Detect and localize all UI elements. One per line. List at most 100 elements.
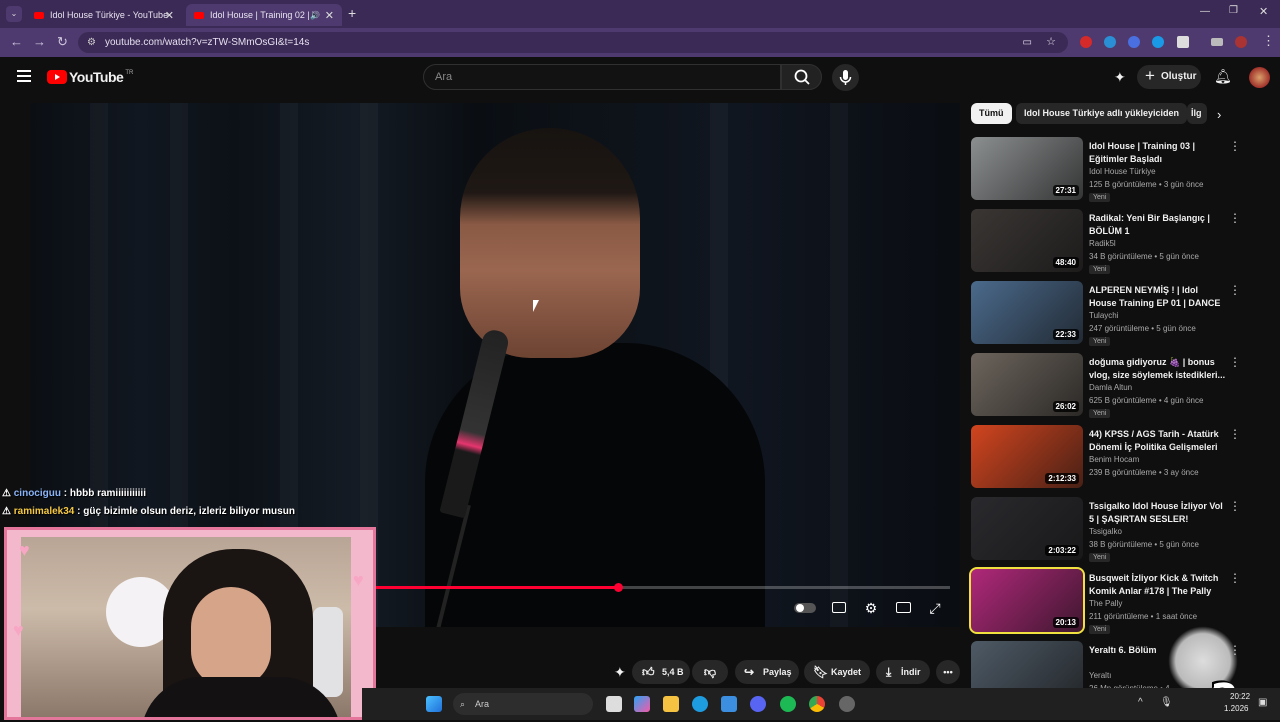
more-vert-icon[interactable]: ⋮: [1229, 571, 1241, 585]
share-button[interactable]: ↪ Paylaş: [735, 660, 799, 684]
video-thumbnail[interactable]: 2:12:33: [971, 425, 1083, 488]
channel-name[interactable]: Tssigalko: [1089, 527, 1122, 536]
chip-uploader[interactable]: Idol House Türkiye adlı yükleyiciden: [1016, 103, 1188, 124]
video-title[interactable]: Busqweit İzliyor Kick & Twitch Komik Anl…: [1089, 572, 1227, 598]
close-tab-icon[interactable]: ✕: [165, 9, 174, 22]
notifications-bell-icon[interactable]: 🔔︎: [1214, 68, 1232, 85]
autoplay-toggle-icon[interactable]: [794, 600, 816, 616]
reading-list-icon[interactable]: [1211, 38, 1223, 46]
spotify-icon[interactable]: [780, 696, 796, 712]
forward-icon[interactable]: →: [33, 34, 46, 49]
clock-time[interactable]: 20:22: [1230, 692, 1250, 701]
create-button[interactable]: Oluştur: [1137, 64, 1201, 89]
restore-icon[interactable]: ❐: [1229, 5, 1238, 16]
browser-menu-icon[interactable]: ⋮: [1262, 33, 1275, 49]
dislike-button[interactable]: 👎︎: [692, 660, 728, 684]
download-button[interactable]: ⤓ İndir: [876, 660, 930, 684]
video-title[interactable]: Idol House | Training 03 | Eğitimler Baş…: [1089, 140, 1227, 166]
channel-name[interactable]: Tulaychi: [1089, 311, 1119, 320]
more-vert-icon[interactable]: ⋮: [1229, 211, 1241, 225]
browser-tab[interactable]: Idol House Türkiye - YouTube ✕: [26, 4, 182, 26]
extension-icon[interactable]: [1152, 36, 1164, 48]
gemini-sparkle-icon[interactable]: ✦: [1114, 69, 1126, 86]
site-info-icon[interactable]: ⚙: [87, 32, 96, 53]
chip-all[interactable]: Tümü: [971, 103, 1012, 124]
miniplayer-icon[interactable]: [894, 600, 912, 616]
browser-tab-active[interactable]: Idol House | Training 02 | Ve 🔊 ✕: [186, 4, 342, 26]
microsoft-store-icon[interactable]: [721, 696, 737, 712]
channel-name[interactable]: Radik5l: [1089, 239, 1116, 248]
recommended-video[interactable]: 22:33 ALPEREN NEYMİŞ ! | Idol House Train…: [971, 281, 1241, 347]
file-explorer-icon[interactable]: [663, 696, 679, 712]
address-field[interactable]: ⚙ youtube.com/watch?v=zTW-SMmOsGI&t=14s …: [78, 32, 1068, 53]
recommended-video[interactable]: 26:02 doğuma gidiyoruz 🍇 | bonus vlog, si…: [971, 353, 1241, 419]
video-title[interactable]: Tssigalko Idol House İzliyor Vol 5 | ŞAŞ…: [1089, 500, 1227, 526]
discord-icon[interactable]: [750, 696, 766, 712]
recommended-video[interactable]: 27:31 Idol House | Training 03 | Eğitimle…: [971, 137, 1241, 203]
more-vert-icon[interactable]: ⋮: [1229, 355, 1241, 369]
video-title[interactable]: doğuma gidiyoruz 🍇 | bonus vlog, size sö…: [1089, 356, 1227, 382]
video-thumbnail[interactable]: 22:33: [971, 281, 1083, 344]
chrome-icon[interactable]: [809, 696, 825, 712]
search-button[interactable]: [781, 64, 822, 90]
search-input[interactable]: Ara: [423, 64, 781, 90]
save-button[interactable]: 🔖︎ Kaydet: [804, 660, 870, 684]
youtube-logo[interactable]: YouTube TR: [47, 69, 133, 85]
more-vert-icon[interactable]: ⋮: [1229, 427, 1241, 441]
video-title[interactable]: Radikal: Yeni Bir Başlangıç | BÖLÜM 1: [1089, 212, 1227, 238]
video-thumbnail[interactable]: 20:13: [969, 567, 1085, 634]
microphone-tray-icon[interactable]: 🎙︎: [1160, 697, 1173, 708]
tab-list-menu-icon[interactable]: ⌄: [6, 6, 22, 22]
channel-name[interactable]: Benim Hocam: [1089, 455, 1139, 464]
taskbar-search[interactable]: ⌕ Ara: [453, 693, 593, 715]
voice-search-button[interactable]: [832, 64, 859, 91]
new-tab-button[interactable]: +: [348, 5, 356, 21]
channel-name[interactable]: Idol House Türkiye: [1089, 167, 1156, 176]
close-window-icon[interactable]: ✕: [1259, 5, 1268, 18]
video-thumbnail[interactable]: 26:02: [971, 353, 1083, 416]
chip-related[interactable]: İlg: [1187, 103, 1207, 124]
more-vert-icon[interactable]: ⋮: [1229, 139, 1241, 153]
fullscreen-icon[interactable]: ⤢: [926, 600, 944, 616]
app-icon[interactable]: [839, 696, 855, 712]
clock-date[interactable]: 1.2026: [1224, 704, 1248, 713]
speaker-icon[interactable]: 🔊: [310, 11, 320, 20]
cast-icon[interactable]: ▭: [1023, 32, 1032, 53]
task-view-icon[interactable]: [606, 696, 622, 712]
video-thumbnail[interactable]: 2:03:22: [971, 497, 1083, 560]
bookmark-star-icon[interactable]: ☆: [1046, 32, 1056, 53]
more-vert-icon[interactable]: ⋮: [1229, 283, 1241, 297]
chevron-right-icon[interactable]: ›: [1217, 107, 1221, 122]
more-vert-icon[interactable]: ⋮: [1229, 499, 1241, 513]
profile-avatar[interactable]: [1235, 36, 1247, 48]
extension-icon[interactable]: [1080, 36, 1092, 48]
sparkle-ask-icon[interactable]: ✦: [614, 664, 626, 681]
more-actions-button[interactable]: •••: [936, 660, 960, 684]
recommended-video[interactable]: 2:12:33 44) KPSS / AGS Tarih - Atatürk Dö…: [971, 425, 1241, 491]
copilot-icon[interactable]: [634, 696, 650, 712]
extension-icon[interactable]: [1104, 36, 1116, 48]
back-icon[interactable]: ←: [10, 34, 23, 49]
video-thumbnail[interactable]: 27:31: [971, 137, 1083, 200]
account-avatar[interactable]: [1249, 67, 1270, 88]
channel-name[interactable]: Yeraltı: [1089, 671, 1111, 680]
video-title[interactable]: ALPEREN NEYMİŞ ! | Idol House Training E…: [1089, 284, 1227, 310]
edge-browser-icon[interactable]: [692, 696, 708, 712]
extension-icon[interactable]: [1128, 36, 1140, 48]
recommended-video[interactable]: 48:40 Radikal: Yeni Bir Başlangıç | BÖLÜM…: [971, 209, 1241, 275]
close-tab-icon[interactable]: ✕: [325, 9, 334, 22]
channel-name[interactable]: The Pally: [1089, 599, 1122, 608]
notification-tray-icon[interactable]: ▣: [1258, 697, 1267, 708]
windows-start-icon[interactable]: [426, 696, 442, 712]
minimize-icon[interactable]: —: [1200, 6, 1210, 17]
video-title[interactable]: 44) KPSS / AGS Tarih - Atatürk Dönemi İç…: [1089, 428, 1227, 454]
settings-gear-icon[interactable]: ⚙: [862, 600, 880, 616]
like-button[interactable]: 👍︎ 5,4 B: [632, 660, 690, 684]
reload-icon[interactable]: ↻: [57, 34, 68, 50]
recommended-video[interactable]: 2:03:22 Tssigalko Idol House İzliyor Vol …: [971, 497, 1241, 563]
hamburger-menu-icon[interactable]: [17, 70, 31, 82]
channel-name[interactable]: Damla Altun: [1089, 383, 1132, 392]
extensions-puzzle-icon[interactable]: [1177, 36, 1189, 48]
video-thumbnail[interactable]: 48:40: [971, 209, 1083, 272]
subtitles-icon[interactable]: [830, 600, 848, 616]
